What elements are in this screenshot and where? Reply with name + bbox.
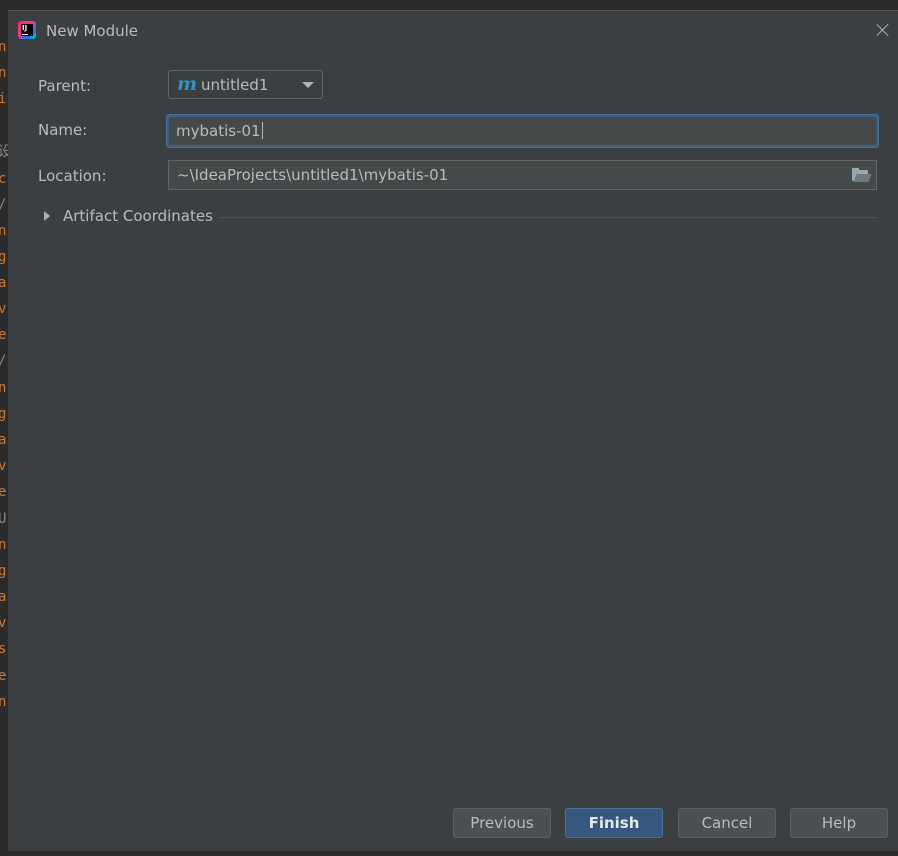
artifact-coordinates-label: Artifact Coordinates: [63, 207, 213, 225]
previous-button[interactable]: Previous: [453, 808, 551, 838]
editor-char: g: [0, 249, 7, 265]
editor-char: a: [0, 432, 7, 448]
cancel-button[interactable]: Cancel: [678, 808, 776, 838]
editor-char: e: [0, 668, 7, 684]
editor-char: s: [0, 641, 7, 657]
location-input[interactable]: ~\IdeaProjects\untitled1\mybatis-01: [168, 160, 877, 190]
editor-char: 设: [0, 144, 8, 160]
maven-module-icon: m: [177, 73, 198, 95]
intellij-idea-icon: IJ: [18, 21, 36, 39]
editor-char: g: [0, 406, 7, 422]
section-divider: [219, 217, 877, 218]
new-module-dialog: IJ New Module Parent: m untitled1 Name: …: [8, 10, 898, 851]
editor-char: a: [0, 275, 7, 291]
editor-char: n: [0, 223, 7, 239]
name-label: Name:: [38, 121, 88, 139]
editor-char: U: [0, 511, 7, 527]
editor-char: a: [0, 589, 7, 605]
parent-label: Parent:: [38, 77, 92, 95]
editor-char: /: [0, 354, 6, 368]
editor-char: e: [0, 484, 7, 500]
editor-char: n: [0, 65, 7, 81]
finish-button[interactable]: Finish: [565, 808, 663, 838]
location-label: Location:: [38, 167, 107, 185]
editor-char: n: [0, 39, 7, 55]
editor-char: v: [0, 301, 7, 317]
editor-char: n: [0, 694, 7, 710]
name-input-value: mybatis-01: [176, 122, 263, 140]
editor-char: v: [0, 458, 7, 474]
parent-value: untitled1: [201, 76, 269, 94]
chevron-right-icon: [44, 211, 50, 221]
editor-char: e: [0, 327, 7, 343]
editor-char: n: [0, 537, 7, 553]
chevron-down-icon: [302, 82, 314, 88]
editor-char: g: [0, 563, 7, 579]
close-icon[interactable]: [874, 21, 892, 39]
folder-browse-icon[interactable]: [852, 168, 872, 182]
dialog-title: New Module: [46, 22, 139, 40]
parent-dropdown[interactable]: m untitled1: [168, 70, 323, 99]
background-editor: n n i 设 c / n g a v e / n g a v e U n g …: [0, 0, 8, 856]
editor-char: /: [0, 198, 6, 212]
editor-char: i: [0, 91, 7, 107]
editor-char: v: [0, 615, 7, 631]
help-button[interactable]: Help: [790, 808, 888, 838]
editor-char: n: [0, 380, 7, 396]
dialog-titlebar: IJ New Module: [8, 11, 898, 51]
editor-char: c: [0, 171, 7, 187]
name-input[interactable]: mybatis-01: [166, 114, 879, 148]
location-input-value: ~\IdeaProjects\untitled1\mybatis-01: [177, 166, 449, 184]
